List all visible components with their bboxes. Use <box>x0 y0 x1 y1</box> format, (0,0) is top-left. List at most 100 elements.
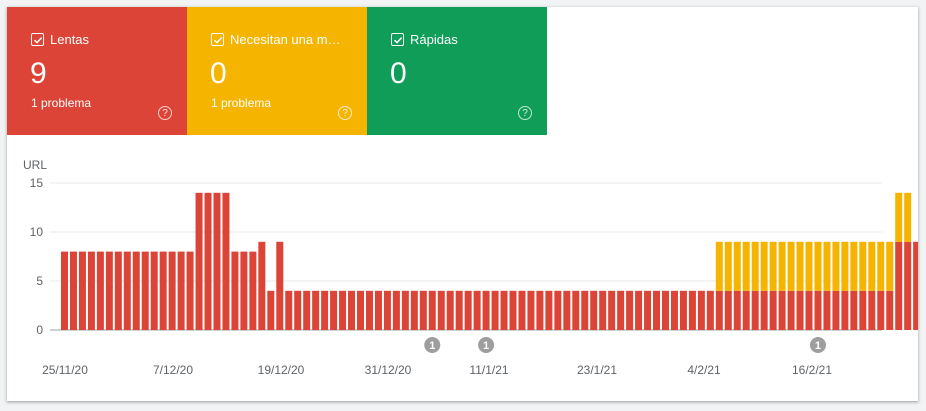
bar-slow <box>114 251 122 330</box>
bar-slow <box>312 290 320 330</box>
x-tick-label: 23/1/21 <box>577 363 617 377</box>
bar-moderate <box>832 241 840 291</box>
bar-slow <box>590 290 598 330</box>
bar-slow <box>231 251 239 330</box>
bar-slow <box>653 290 661 330</box>
bar-slow <box>814 290 822 330</box>
bar-slow <box>419 290 427 330</box>
bar-slow <box>141 251 149 330</box>
bar-slow <box>240 251 248 330</box>
x-tick-label: 16/2/21 <box>792 363 832 377</box>
bar-moderate <box>850 241 858 291</box>
bar-moderate <box>778 241 786 291</box>
bar-slow <box>635 290 643 330</box>
bar-slow <box>670 290 678 330</box>
bar-slow <box>913 241 918 330</box>
bar-slow <box>500 290 508 330</box>
bar-slow <box>536 290 544 330</box>
bar-moderate <box>769 241 777 291</box>
bar-slow <box>572 290 580 330</box>
bar-slow <box>796 290 804 330</box>
bar-moderate <box>877 241 885 291</box>
bar-moderate <box>715 241 723 291</box>
bar-moderate <box>796 241 804 291</box>
bar-slow <box>285 290 293 330</box>
bar-slow <box>258 241 266 330</box>
bar-slow <box>69 251 77 330</box>
bar-slow <box>132 251 140 330</box>
bar-slow <box>877 290 885 330</box>
bar-moderate <box>733 241 741 291</box>
bar-slow <box>61 251 68 330</box>
bar-slow <box>679 290 687 330</box>
bar-slow <box>249 251 257 330</box>
y-tick-label: 10 <box>30 225 44 239</box>
bar-slow <box>276 241 284 330</box>
bar-slow <box>868 290 876 330</box>
bar-moderate <box>760 241 768 291</box>
bar-moderate <box>805 241 813 291</box>
bar-slow <box>455 290 463 330</box>
bar-moderate <box>859 241 867 291</box>
x-tick-label: 7/12/20 <box>153 363 193 377</box>
bar-slow <box>769 290 777 330</box>
bar-slow <box>751 290 759 330</box>
bar-slow <box>186 251 194 330</box>
bar-slow <box>715 290 723 330</box>
bar-slow <box>348 290 356 330</box>
bar-slow <box>644 290 652 330</box>
bar-slow <box>518 290 526 330</box>
bar-slow <box>760 290 768 330</box>
bar-moderate <box>751 241 759 291</box>
bar-slow <box>608 290 616 330</box>
bar-slow <box>437 290 445 330</box>
bar-slow <box>832 290 840 330</box>
bar-slow <box>195 192 203 330</box>
bar-slow <box>886 290 894 330</box>
bar-slow <box>742 290 750 330</box>
bar-slow <box>859 290 867 330</box>
bar-slow <box>87 251 95 330</box>
bar-slow <box>706 290 714 330</box>
bar-slow <box>626 290 634 330</box>
bar-moderate <box>823 241 831 291</box>
url-chart: 0 5 10 15 URL 1 1 1 25/11/20 7/12/20 19/12/20 31/12… <box>23 158 918 377</box>
bar-slow <box>294 290 302 330</box>
bar-slow <box>904 241 912 330</box>
bar-moderate <box>787 241 795 291</box>
bar-moderate <box>814 241 822 291</box>
bar-moderate <box>895 192 903 242</box>
bar-slow <box>841 290 849 330</box>
bar-slow <box>554 290 562 330</box>
bar-slow <box>150 251 158 330</box>
bar-slow <box>357 290 365 330</box>
bar-moderate <box>724 241 732 291</box>
core-web-vitals-card: Lentas 9 1 problema ? Necesitan una m… 0… <box>7 7 918 401</box>
bar-slow <box>383 290 391 330</box>
bar-moderate <box>886 241 894 291</box>
bar-slow <box>787 290 795 330</box>
bar-slow <box>805 290 813 330</box>
bar-slow <box>410 290 418 330</box>
bar-slow <box>895 241 903 330</box>
bar-slow <box>724 290 732 330</box>
bar-slow <box>661 290 669 330</box>
bar-slow <box>563 290 571 330</box>
annotation-label: 1 <box>815 340 821 352</box>
bar-slow <box>733 290 741 330</box>
bar-slow <box>527 290 535 330</box>
y-tick-label: 0 <box>36 323 43 337</box>
bar-moderate <box>841 241 849 291</box>
x-tick-label: 25/11/20 <box>42 363 88 377</box>
bar-slow <box>96 251 104 330</box>
bar-slow <box>401 290 409 330</box>
bar-slow <box>823 290 831 330</box>
bar-slow <box>222 192 230 330</box>
bar-slow <box>778 290 786 330</box>
bar-slow <box>267 290 275 330</box>
bar-slow <box>581 290 589 330</box>
bar-slow <box>392 290 400 330</box>
bar-moderate <box>868 241 876 291</box>
bar-moderate <box>904 192 912 242</box>
bar-slow <box>339 290 347 330</box>
